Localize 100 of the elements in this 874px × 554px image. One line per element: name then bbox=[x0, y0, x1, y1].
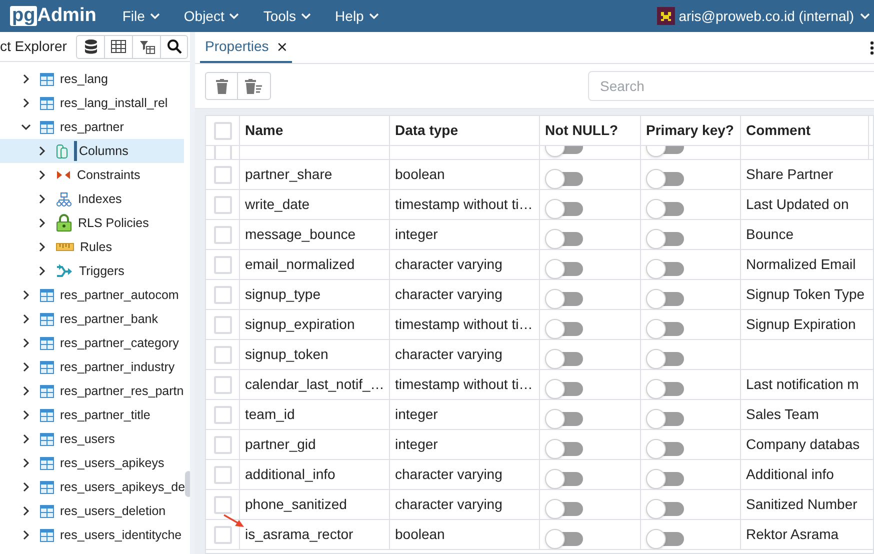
tree-item[interactable]: res_partner_title bbox=[0, 403, 184, 427]
row-checkbox[interactable] bbox=[214, 316, 232, 334]
toggle-switch[interactable] bbox=[545, 166, 583, 188]
tree-item[interactable]: Constraints bbox=[0, 163, 184, 187]
expand-icon[interactable] bbox=[37, 194, 47, 204]
toggle-switch[interactable] bbox=[545, 406, 583, 428]
expand-icon[interactable] bbox=[37, 146, 47, 156]
menu-item[interactable]: File bbox=[122, 6, 160, 26]
table-cell-text: integer bbox=[395, 405, 438, 424]
toggle-switch[interactable] bbox=[646, 346, 684, 368]
toggle-switch[interactable] bbox=[646, 316, 684, 338]
row-checkbox[interactable] bbox=[214, 376, 232, 394]
expand-icon[interactable] bbox=[37, 218, 47, 228]
toggle-switch[interactable] bbox=[545, 256, 583, 278]
row-checkbox[interactable] bbox=[214, 346, 232, 364]
expand-icon[interactable] bbox=[21, 314, 31, 324]
table-cell-text: Last Updated on bbox=[746, 195, 849, 214]
tree-item[interactable]: res_users_apikeys_de bbox=[0, 475, 184, 499]
toggle-switch[interactable] bbox=[545, 466, 583, 488]
tree-item[interactable]: res_partner_bank bbox=[0, 307, 184, 331]
toggle-switch[interactable] bbox=[545, 226, 583, 248]
tree-item[interactable]: res_lang_install_rel bbox=[0, 91, 184, 115]
user-menu[interactable]: aris@proweb.co.id (internal) bbox=[678, 6, 870, 26]
column-header[interactable]: Not NULL? bbox=[540, 116, 641, 145]
toggle-switch[interactable] bbox=[646, 256, 684, 278]
tree-item[interactable]: res_users_deletion bbox=[0, 499, 184, 523]
toggle-switch[interactable] bbox=[646, 376, 684, 398]
toggle-switch[interactable] bbox=[545, 496, 583, 518]
scrollbar-thumb[interactable] bbox=[185, 471, 190, 497]
tree-item[interactable]: res_partner_industry bbox=[0, 355, 184, 379]
row-checkbox[interactable] bbox=[214, 226, 232, 244]
toggle-switch[interactable] bbox=[545, 196, 583, 218]
row-checkbox[interactable] bbox=[214, 166, 232, 184]
tree-item[interactable]: res_partner bbox=[0, 115, 184, 139]
toggle-switch[interactable] bbox=[646, 496, 684, 518]
expand-icon[interactable] bbox=[21, 290, 31, 300]
expand-icon[interactable] bbox=[21, 458, 31, 468]
close-button[interactable]: × bbox=[276, 38, 288, 56]
search-field[interactable]: Search bbox=[588, 71, 874, 101]
row-checkbox[interactable] bbox=[214, 256, 232, 274]
row-checkbox[interactable] bbox=[214, 286, 232, 304]
row-checkbox[interactable] bbox=[214, 526, 232, 544]
collapse-icon[interactable] bbox=[21, 122, 31, 132]
toggle-switch[interactable] bbox=[646, 526, 684, 548]
tree-item[interactable]: res_users_identityche bbox=[0, 523, 184, 547]
expand-icon[interactable] bbox=[21, 434, 31, 444]
expand-icon[interactable] bbox=[21, 338, 31, 348]
tree-item[interactable]: res_users bbox=[0, 427, 184, 451]
panel-title: ct Explorer bbox=[0, 37, 67, 56]
toggle-switch[interactable] bbox=[545, 316, 583, 338]
toggle-switch[interactable] bbox=[545, 286, 583, 308]
expand-icon[interactable] bbox=[37, 170, 47, 180]
more-icon[interactable] bbox=[870, 41, 874, 55]
expand-icon[interactable] bbox=[21, 482, 31, 492]
expand-icon[interactable] bbox=[37, 266, 47, 276]
toggle-switch[interactable] bbox=[545, 526, 583, 548]
column-header[interactable]: Comment bbox=[741, 116, 869, 145]
row-checkbox[interactable] bbox=[214, 122, 232, 140]
tree-item[interactable]: res_lang bbox=[0, 67, 184, 91]
toggle-switch[interactable] bbox=[646, 466, 684, 488]
toggle-switch[interactable] bbox=[646, 436, 684, 458]
toggle-switch[interactable] bbox=[646, 166, 684, 188]
tree-item[interactable]: Indexes bbox=[0, 187, 184, 211]
row-checkbox[interactable] bbox=[214, 146, 232, 159]
menu-item[interactable]: Tools bbox=[263, 6, 312, 26]
tree-item[interactable]: RLS Policies bbox=[0, 211, 184, 235]
expand-icon[interactable] bbox=[37, 242, 47, 252]
tree-item[interactable]: res_partner_autocom bbox=[0, 283, 184, 307]
row-checkbox[interactable] bbox=[214, 436, 232, 454]
tree-item[interactable]: res_partner_category bbox=[0, 331, 184, 355]
expand-icon[interactable] bbox=[21, 530, 31, 540]
menu-item[interactable]: Help bbox=[335, 6, 379, 26]
row-checkbox[interactable] bbox=[214, 196, 232, 214]
column-header[interactable]: Data type bbox=[390, 116, 540, 145]
tree-item[interactable]: Columns bbox=[0, 139, 184, 163]
toggle-switch[interactable] bbox=[646, 226, 684, 248]
toggle-switch[interactable] bbox=[646, 196, 684, 218]
row-checkbox[interactable] bbox=[214, 466, 232, 484]
tree-item[interactable]: Rules bbox=[0, 235, 184, 259]
tree-item[interactable]: res_partner_res_partn bbox=[0, 379, 184, 403]
row-checkbox[interactable] bbox=[214, 406, 232, 424]
grid-icon bbox=[111, 40, 126, 53]
column-header[interactable]: Primary key? bbox=[641, 116, 741, 145]
expand-icon[interactable] bbox=[21, 386, 31, 396]
expand-icon[interactable] bbox=[21, 98, 31, 108]
menu-item[interactable]: Object bbox=[184, 6, 240, 26]
toggle-switch[interactable] bbox=[646, 406, 684, 428]
expand-icon[interactable] bbox=[21, 506, 31, 516]
expand-icon[interactable] bbox=[21, 362, 31, 372]
expand-icon[interactable] bbox=[21, 410, 31, 420]
table-cell-text: timestamp without ti… bbox=[395, 315, 533, 334]
toggle-switch[interactable] bbox=[545, 376, 583, 398]
column-header[interactable]: Name bbox=[240, 116, 390, 145]
expand-icon[interactable] bbox=[21, 74, 31, 84]
tree-item[interactable]: Triggers bbox=[0, 259, 184, 283]
toggle-switch[interactable] bbox=[545, 436, 583, 458]
row-checkbox[interactable] bbox=[214, 496, 232, 514]
tree-item[interactable]: res_users_apikeys bbox=[0, 451, 184, 475]
toggle-switch[interactable] bbox=[545, 346, 583, 368]
toggle-switch[interactable] bbox=[646, 286, 684, 308]
